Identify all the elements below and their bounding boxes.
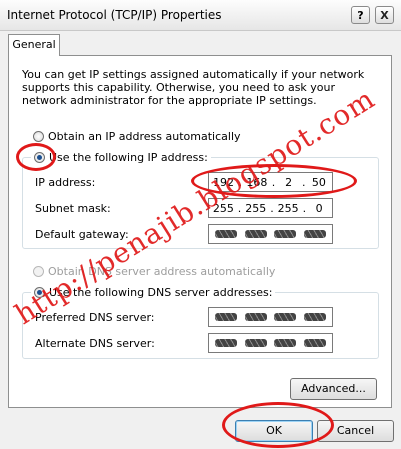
redacted-value (274, 339, 297, 347)
annotation-circle (222, 402, 334, 448)
redacted-value (304, 313, 327, 321)
alternate-dns-label: Alternate DNS server: (35, 337, 155, 350)
alternate-dns-input[interactable] (208, 333, 333, 353)
redacted-value (214, 230, 237, 238)
close-icon[interactable]: X (375, 6, 394, 24)
redacted-value (274, 230, 297, 238)
annotation-circle (16, 143, 56, 171)
redacted-value (244, 230, 267, 238)
redacted-value (244, 339, 267, 347)
tab-general[interactable]: General (8, 34, 60, 56)
subnet-octet: 0 (315, 201, 323, 215)
obtain-ip-auto-label: Obtain an IP address automatically (48, 130, 241, 143)
use-following-ip-option[interactable]: Use the following IP address: (31, 151, 211, 164)
radio-button-icon[interactable] (33, 131, 44, 142)
preferred-dns-input[interactable] (208, 307, 333, 327)
description-text: You can get IP settings assigned automat… (22, 68, 365, 107)
redacted-value (304, 230, 327, 238)
advanced-button[interactable]: Advanced... (290, 378, 377, 400)
subnet-mask-label: Subnet mask: (35, 202, 111, 215)
redacted-value (244, 313, 267, 321)
subnet-octet: 255 (277, 201, 299, 215)
redacted-value (214, 313, 237, 321)
use-following-ip-label: Use the following IP address: (49, 151, 208, 164)
ip-address-label: IP address: (35, 176, 96, 189)
redacted-value (304, 339, 327, 347)
radio-button-icon (33, 266, 44, 277)
obtain-ip-auto-option[interactable]: Obtain an IP address automatically (33, 130, 241, 143)
window-title: Internet Protocol (TCP/IP) Properties (7, 8, 222, 22)
redacted-value (274, 313, 297, 321)
subnet-octet: 255 (245, 201, 267, 215)
default-gateway-input[interactable] (208, 224, 333, 244)
help-icon[interactable]: ? (351, 6, 370, 24)
redacted-value (214, 339, 237, 347)
